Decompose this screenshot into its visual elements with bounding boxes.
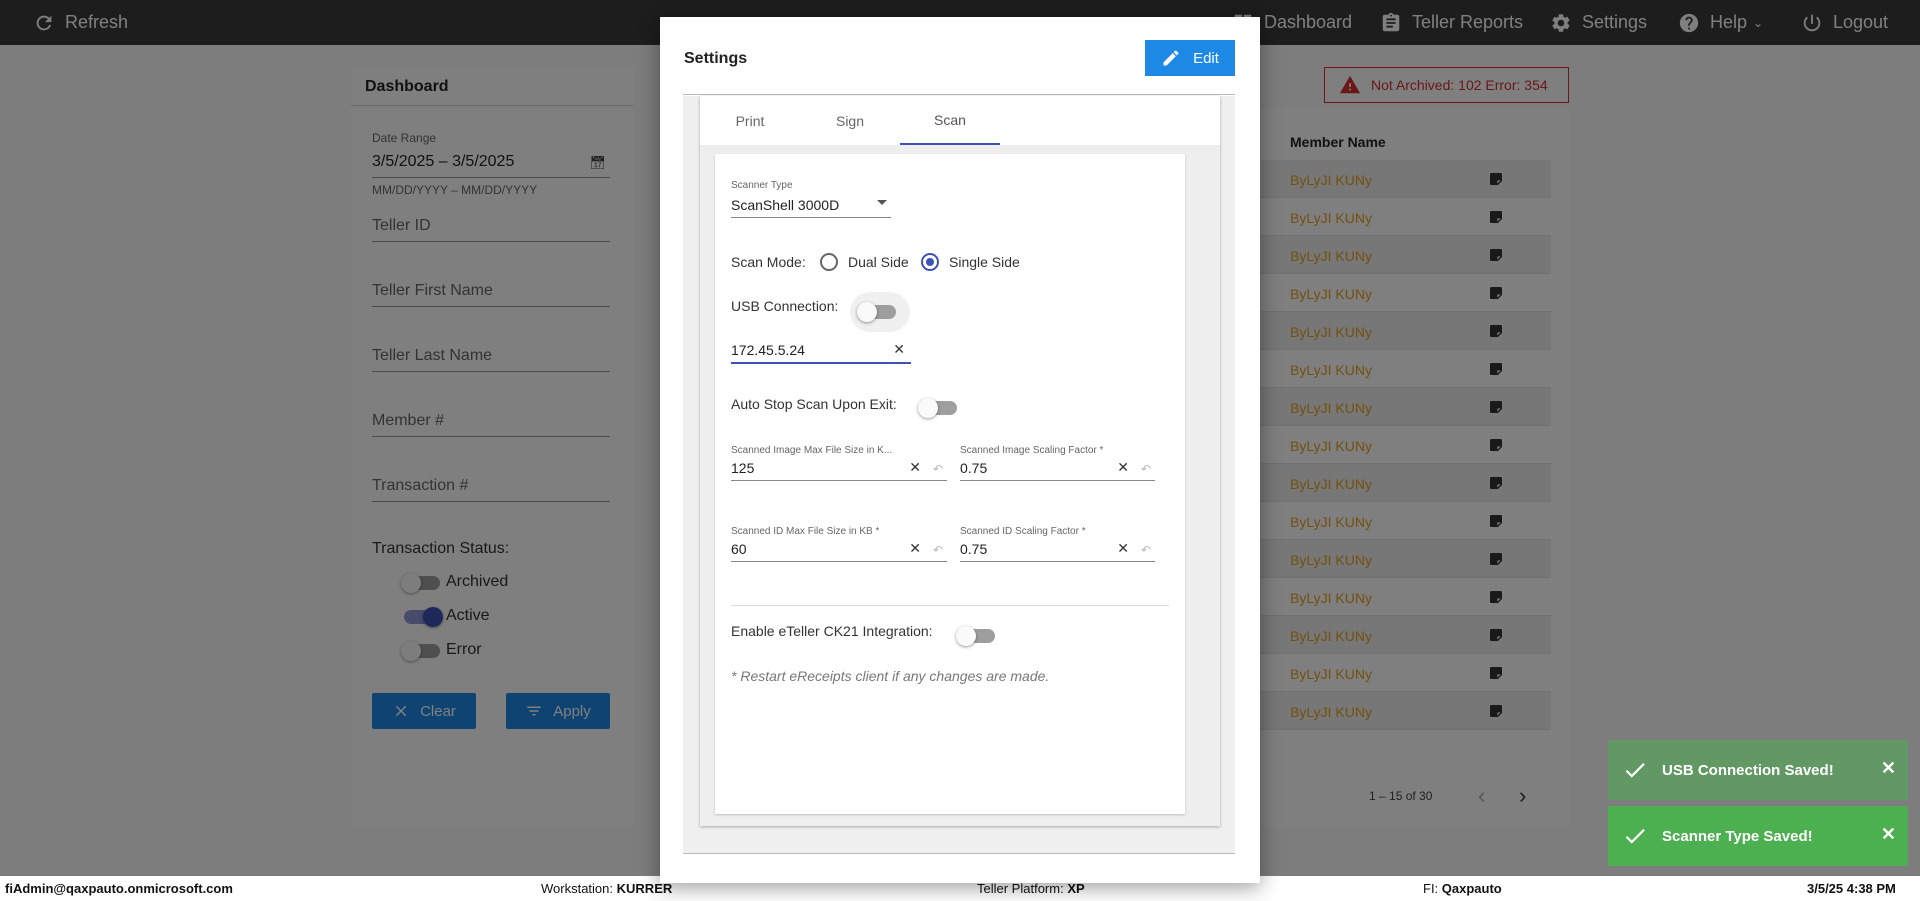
platform-info: Teller Platform: XP [977,881,1085,896]
tab-sign[interactable]: Sign [800,96,900,145]
clear-icon[interactable]: ✕ [893,341,905,358]
ip-address-value: 172.45.5.24 [731,342,805,358]
restart-note: * Restart eReceipts client if any change… [731,668,1050,684]
single-side-radio[interactable] [921,253,939,271]
check-icon [1625,829,1645,844]
edit-button[interactable]: Edit [1145,40,1235,76]
toggle-knob [918,398,938,418]
toast-usb-saved-text: USB Connection Saved! [1662,761,1834,779]
ck21-integration-label: Enable eTeller CK21 Integration: [731,623,933,639]
auto-stop-toggle[interactable] [918,398,957,418]
workstation-value: KURRER [616,881,673,896]
dropdown-arrow-icon [877,200,887,205]
undo-icon[interactable]: ↶ [1141,543,1151,557]
id-max-size-value: 60 [731,541,747,557]
scan-mode-label: Scan Mode: [731,254,806,270]
id-scaling-label: Scanned ID Scaling Factor * [960,526,1086,537]
pencil-icon [1163,50,1179,66]
ck21-integration-toggle[interactable] [956,626,995,646]
auto-stop-label: Auto Stop Scan Upon Exit: [731,396,897,412]
scanner-type-label: Scanner Type [731,180,793,191]
usb-connection-toggle[interactable] [857,302,896,322]
undo-icon[interactable]: ↶ [933,543,943,557]
id-scaling-value: 0.75 [960,541,988,557]
image-max-size-value: 125 [731,460,755,476]
image-scaling-value: 0.75 [960,460,988,476]
id-scaling-field[interactable]: 0.75 ✕ ↶ [960,538,1155,562]
toast-scanner-saved-text: Scanner Type Saved! [1662,827,1813,845]
single-side-label: Single Side [949,254,1020,270]
image-max-size-field[interactable]: 125 ✕ ↶ [731,457,947,481]
close-icon[interactable]: ✕ [1881,824,1896,845]
image-max-size-label: Scanned Image Max File Size in K... [731,445,893,456]
fi-info: FI: Qaxpauto [1423,881,1502,896]
tab-print[interactable]: Print [700,96,800,145]
scanner-type-value: ScanShell 3000D [731,197,840,213]
toggle-knob [956,626,976,646]
clear-icon[interactable]: ✕ [909,459,921,476]
image-scaling-label: Scanned Image Scaling Factor * [960,445,1104,456]
toast-usb-saved: USB Connection Saved! ✕ [1608,740,1908,800]
check-icon [1625,763,1645,778]
dual-side-label: Dual Side [848,254,909,270]
clear-icon[interactable]: ✕ [1117,540,1129,557]
toast-scanner-saved: Scanner Type Saved! ✕ [1608,806,1908,866]
workstation-info: Workstation: KURRER [541,881,672,896]
tab-scan[interactable]: Scan [900,96,1000,145]
usb-connection-label: USB Connection: [731,298,839,314]
platform-label: Teller Platform: [977,881,1064,896]
divider [731,605,1169,606]
clear-icon[interactable]: ✕ [1117,459,1129,476]
undo-icon[interactable]: ↶ [1141,462,1151,476]
user-email: fiAdmin@qaxpauto.onmicrosoft.com [5,881,233,896]
workstation-label: Workstation: [541,881,614,896]
dual-side-radio[interactable] [820,253,838,271]
fi-value: Qaxpauto [1441,881,1502,896]
clear-icon[interactable]: ✕ [909,540,921,557]
dialog-title: Settings [684,50,748,67]
fi-label: FI: [1423,881,1439,896]
ip-address-field[interactable]: 172.45.5.24 ✕ [731,338,911,364]
toggle-knob [857,302,877,322]
settings-dialog: Settings Edit Print Sign Scan Scanner Ty… [660,17,1260,883]
id-max-size-field[interactable]: 60 ✕ ↶ [731,538,947,562]
id-max-size-label: Scanned ID Max File Size in KB * [731,526,880,537]
scan-settings-card: Scanner Type ScanShell 3000D Scan Mode: … [715,154,1185,814]
platform-value: XP [1067,881,1085,896]
close-icon[interactable]: ✕ [1881,758,1896,779]
current-datetime: 3/5/25 4:38 PM [1807,881,1896,896]
settings-tabs: Print Sign Scan [700,96,1220,145]
undo-icon[interactable]: ↶ [933,462,943,476]
edit-label: Edit [1193,49,1219,67]
image-scaling-field[interactable]: 0.75 ✕ ↶ [960,457,1155,481]
scanner-type-select[interactable]: ScanShell 3000D [731,194,891,218]
